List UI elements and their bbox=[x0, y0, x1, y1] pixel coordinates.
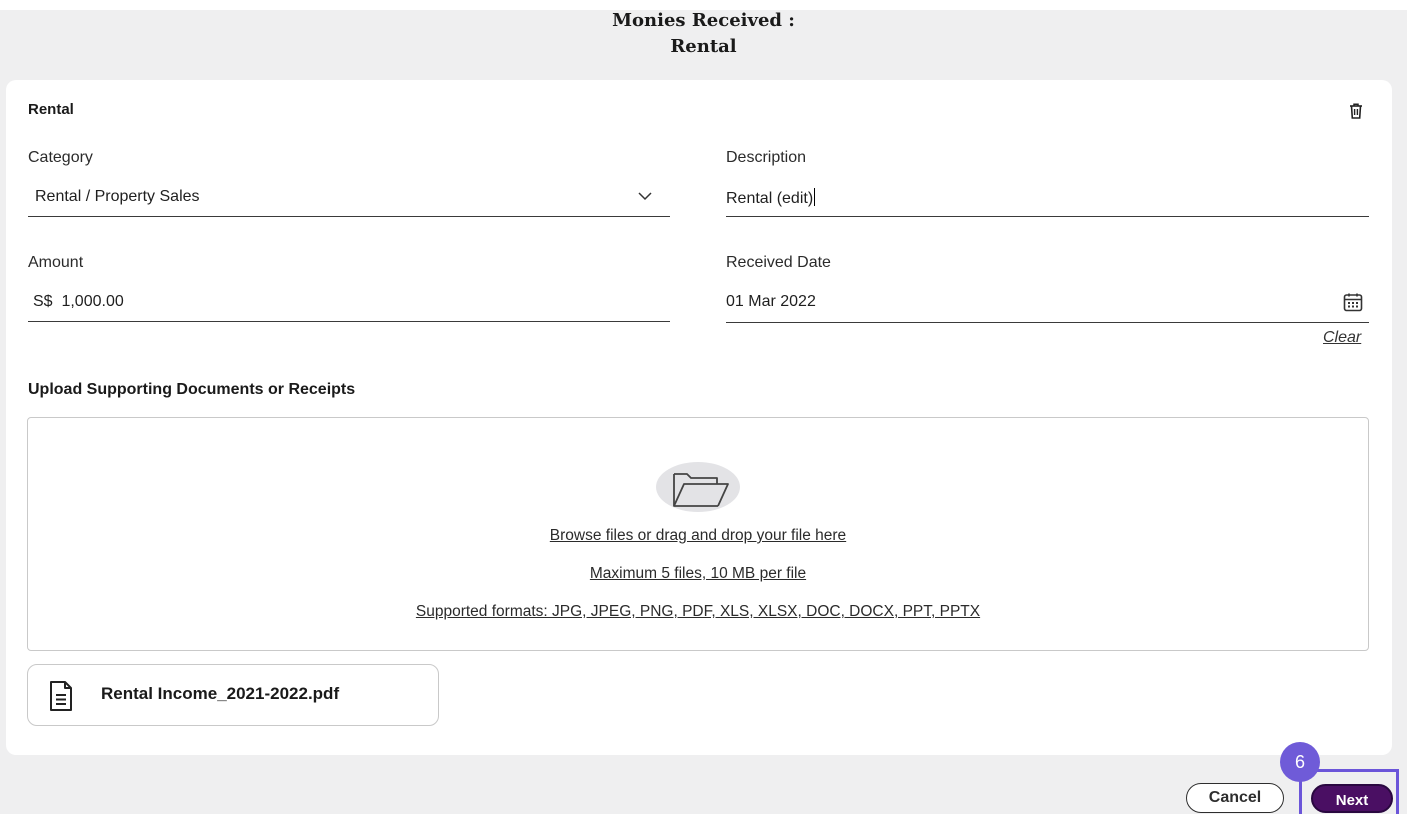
page-title: Monies Received : Rental bbox=[0, 8, 1407, 60]
browse-files-link[interactable]: Browse files or drag and drop your file … bbox=[550, 527, 846, 544]
file-limit-text: Maximum 5 files, 10 MB per file bbox=[589, 565, 807, 582]
amount-underline bbox=[28, 321, 670, 322]
amount-input[interactable]: S$ 1,000.00 bbox=[28, 285, 670, 321]
document-icon bbox=[50, 681, 72, 711]
description-input[interactable]: Rental (edit) bbox=[726, 180, 1369, 216]
page-title-line2: Rental bbox=[670, 36, 737, 57]
page-title-line1: Monies Received : bbox=[612, 10, 795, 31]
description-label: Description bbox=[726, 149, 807, 166]
amount-label: Amount bbox=[28, 254, 84, 271]
section-title: Rental bbox=[28, 101, 74, 118]
category-underline bbox=[28, 216, 670, 217]
received-date-input[interactable]: 01 Mar 2022 bbox=[726, 285, 1326, 321]
step-number-badge: 6 bbox=[1280, 742, 1320, 782]
category-select[interactable]: Rental / Property Sales bbox=[28, 180, 670, 216]
received-date-value: 01 Mar 2022 bbox=[726, 293, 816, 310]
cancel-button[interactable]: Cancel bbox=[1186, 783, 1284, 813]
supported-formats-text: Supported formats: JPG, JPEG, PNG, PDF, … bbox=[415, 603, 981, 620]
description-underline bbox=[726, 216, 1369, 217]
calendar-icon[interactable] bbox=[1342, 291, 1364, 313]
received-date-underline bbox=[726, 322, 1369, 323]
received-date-label: Received Date bbox=[726, 254, 831, 271]
category-value: Rental / Property Sales bbox=[35, 188, 200, 205]
category-label: Category bbox=[28, 149, 93, 166]
description-value: Rental (edit) bbox=[726, 190, 814, 207]
clear-date-link[interactable]: Clear bbox=[1323, 329, 1361, 347]
next-button[interactable]: Next bbox=[1311, 784, 1393, 813]
uploaded-file-name: Rental Income_2021-2022.pdf bbox=[101, 684, 340, 703]
text-caret bbox=[814, 188, 816, 206]
upload-heading: Upload Supporting Documents or Receipts bbox=[28, 381, 356, 398]
amount-value: S$ 1,000.00 bbox=[33, 293, 124, 310]
trash-icon[interactable] bbox=[1346, 101, 1366, 121]
chevron-down-icon[interactable] bbox=[636, 187, 654, 205]
folder-icon bbox=[656, 462, 740, 512]
